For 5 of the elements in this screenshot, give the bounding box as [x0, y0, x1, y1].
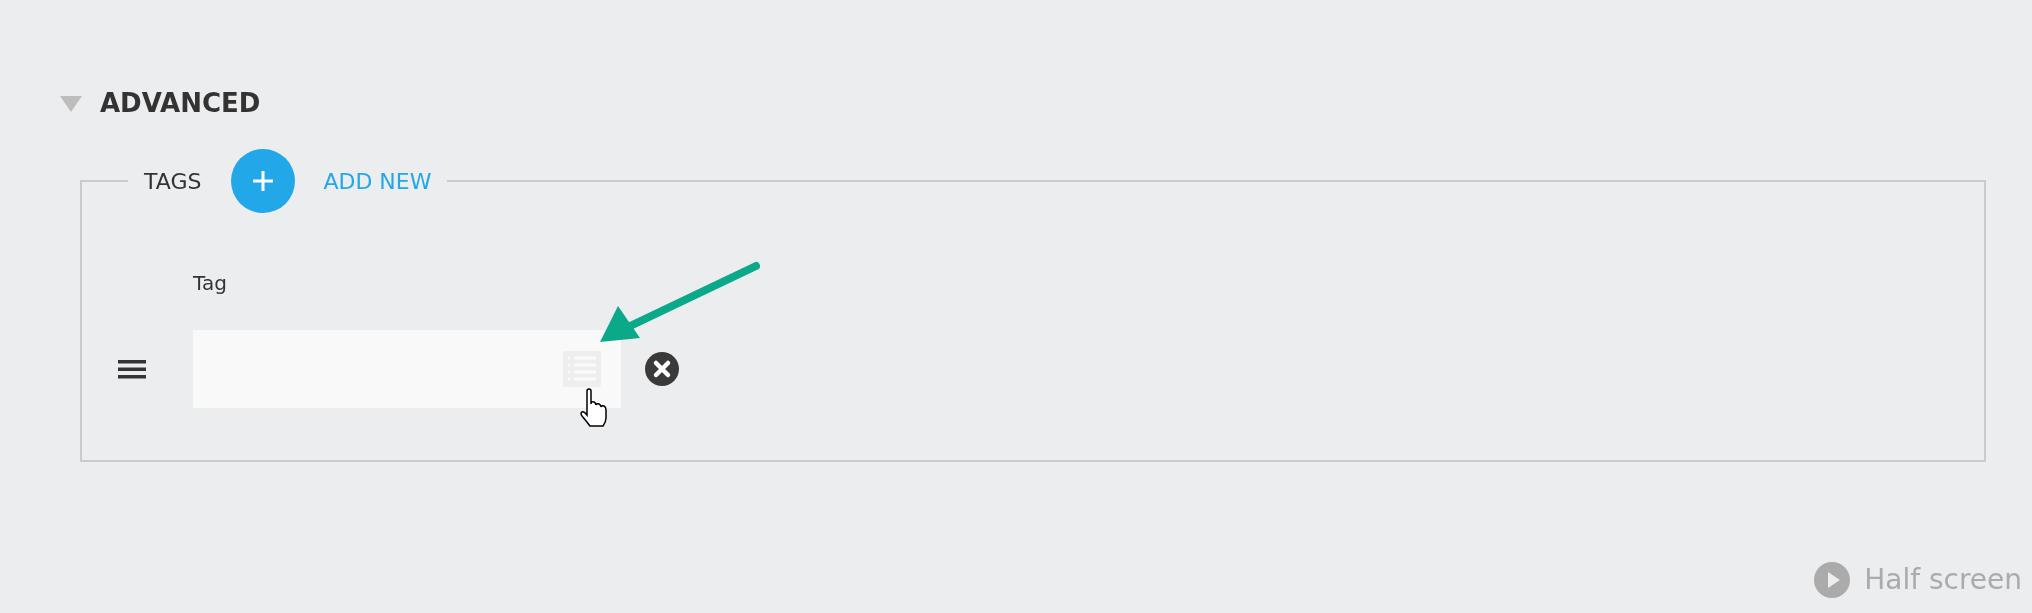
tags-legend: TAGS	[144, 164, 202, 198]
half-screen-button[interactable]: Half screen	[1864, 559, 2022, 601]
section-title[interactable]: ADVANCED	[100, 84, 261, 123]
add-new-link[interactable]: ADD NEW	[323, 164, 432, 198]
field-label: Tag	[193, 271, 227, 295]
